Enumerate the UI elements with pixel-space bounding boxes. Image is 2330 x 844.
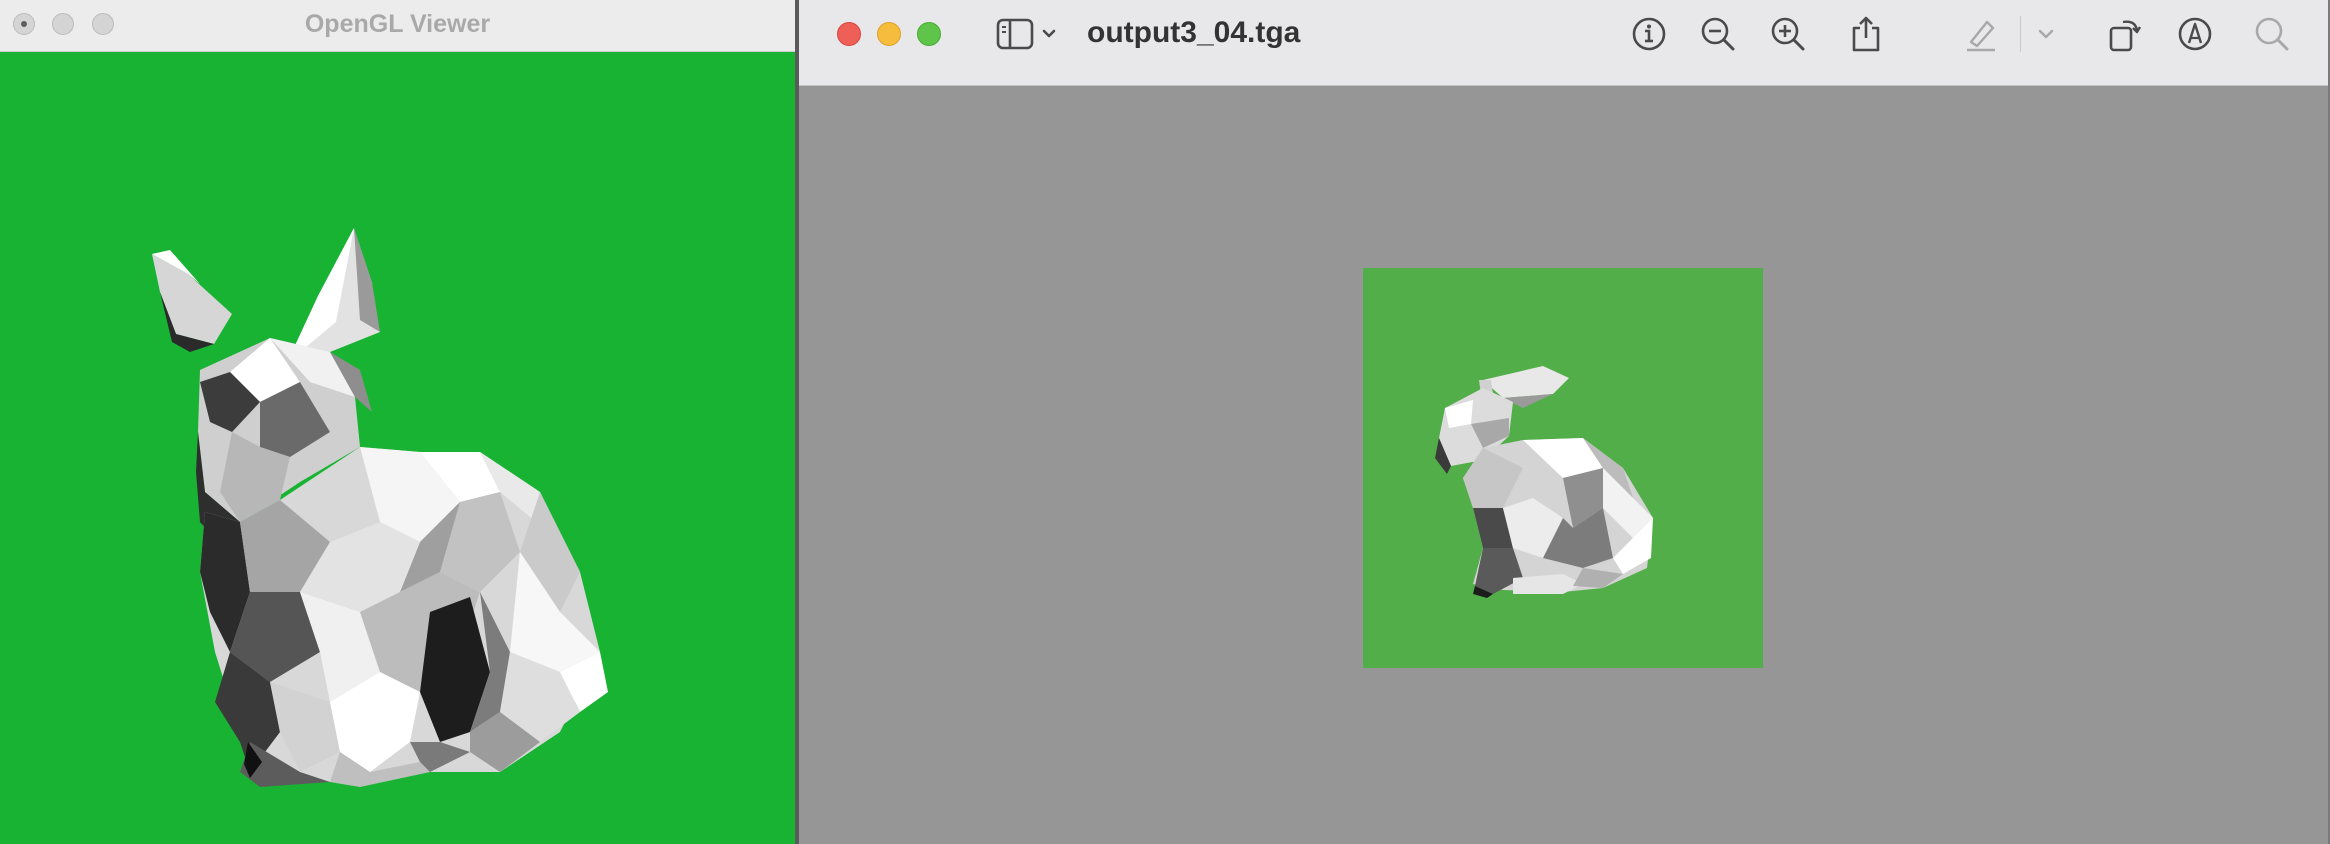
close-button[interactable] — [837, 22, 861, 46]
rotate-button[interactable] — [2105, 14, 2145, 54]
info-button[interactable] — [1629, 14, 1669, 54]
zoom-out-icon — [1701, 17, 1735, 51]
minimize-button[interactable] — [877, 22, 901, 46]
share-button[interactable] — [1846, 14, 1886, 54]
toolbar-separator — [2020, 16, 2021, 52]
preview-window: output3_04.tga — [799, 0, 2330, 844]
opengl-viewer-titlebar[interactable]: OpenGL Viewer — [0, 0, 795, 52]
opengl-viewer-window: OpenGL Viewer — [0, 0, 795, 844]
sidebar-toggle-button[interactable] — [994, 14, 1064, 54]
document-title: output3_04.tga — [1087, 16, 1301, 49]
chevron-down-icon — [2038, 29, 2054, 39]
markup-icon — [2178, 17, 2212, 51]
preview-toolbar: output3_04.tga — [799, 0, 2328, 86]
highlight-button[interactable] — [1961, 14, 2001, 54]
info-icon — [1632, 17, 1666, 51]
markup-button[interactable] — [2175, 14, 2215, 54]
preview-image[interactable] — [1363, 268, 1763, 668]
rotate-icon — [2109, 20, 2142, 52]
zoom-out-button[interactable] — [1698, 14, 1738, 54]
opengl-render-canvas[interactable] — [0, 52, 795, 844]
highlight-menu-button[interactable] — [2031, 14, 2061, 54]
fullscreen-button[interactable] — [917, 22, 941, 46]
zoom-in-button[interactable] — [1768, 14, 1808, 54]
zoom-in-icon — [1771, 17, 1805, 51]
pen-icon — [1967, 20, 1995, 52]
sidebar-icon — [996, 18, 1056, 50]
search-icon — [2255, 17, 2289, 51]
window-title: OpenGL Viewer — [304, 10, 491, 38]
share-icon — [1852, 16, 1880, 52]
search-button[interactable] — [2252, 14, 2292, 54]
